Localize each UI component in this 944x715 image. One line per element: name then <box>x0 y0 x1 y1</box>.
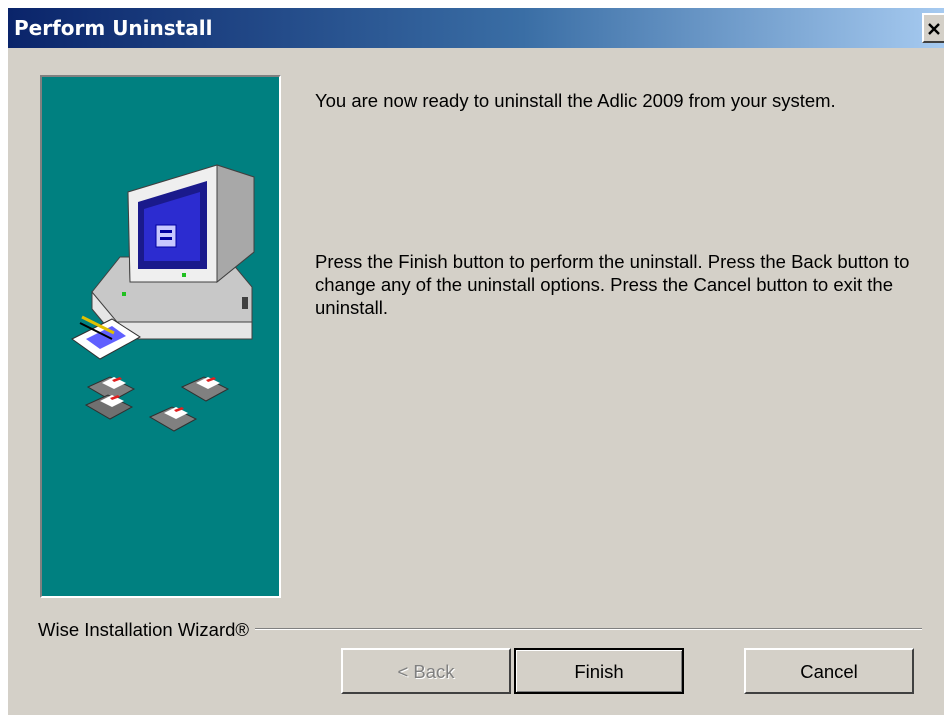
ready-message: You are now ready to uninstall the Adlic… <box>315 90 836 111</box>
cancel-button[interactable]: Cancel <box>744 648 914 694</box>
wizard-illustration <box>40 75 281 598</box>
back-button[interactable]: < Back <box>341 648 511 694</box>
close-button[interactable] <box>922 13 944 43</box>
floppy-disks-icon <box>84 376 230 432</box>
instructions-message: Press the Finish button to perform the u… <box>315 251 910 318</box>
window-title: Perform Uninstall <box>14 16 213 40</box>
finish-button[interactable]: Finish <box>514 648 684 694</box>
wizard-brand-label: Wise Installation Wizard® <box>38 618 256 641</box>
uninstall-dialog: Perform Uninstall You are now ready to u… <box>8 8 944 715</box>
title-bar[interactable]: Perform Uninstall <box>8 8 944 48</box>
computer-icon <box>91 164 255 340</box>
close-icon <box>928 23 940 35</box>
